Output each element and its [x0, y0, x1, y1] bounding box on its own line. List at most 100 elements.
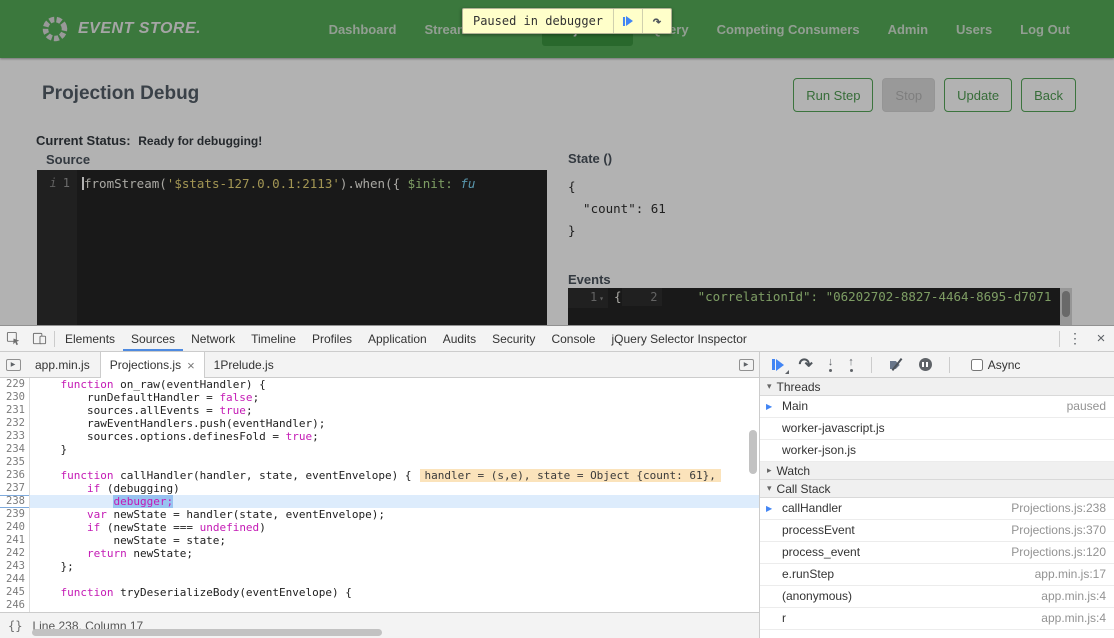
call-stack-frame-process-event[interactable]: process_eventProjections.js:120: [760, 542, 1114, 564]
code-row[interactable]: 245 function tryDeserializeBody(eventEnv…: [0, 586, 759, 599]
events-editor[interactable]: 1▾{2 "correlationId": "06202702-8827-446…: [568, 288, 1060, 325]
call-stack-frame-processevent[interactable]: processEventProjections.js:370: [760, 520, 1114, 542]
code-row[interactable]: 238 debugger;: [0, 495, 759, 508]
vertical-scrollbar-thumb[interactable]: [749, 430, 757, 474]
thread-row-main[interactable]: ▶Mainpaused: [760, 396, 1114, 418]
resume-script-button[interactable]: [772, 359, 784, 371]
tab-jquery-selector-inspector[interactable]: jQuery Selector Inspector: [603, 326, 754, 351]
code-row[interactable]: 230 runDefaultHandler = false;: [0, 391, 759, 404]
nav-item-competing-consumers[interactable]: Competing Consumers: [707, 13, 870, 46]
line-number-243[interactable]: 243: [0, 560, 30, 573]
call-stack-frame-r[interactable]: rapp.min.js:4: [760, 608, 1114, 630]
deactivate-breakpoints-button[interactable]: [889, 358, 904, 371]
line-number-235[interactable]: 235: [0, 456, 30, 469]
call-stack-frame-e-runstep[interactable]: e.runStepapp.min.js:17: [760, 564, 1114, 586]
call-stack-frame-callhandler[interactable]: ▶callHandlerProjections.js:238: [760, 498, 1114, 520]
code-row[interactable]: 233 sources.options.definesFold = true;: [0, 430, 759, 443]
tab-timeline[interactable]: Timeline: [243, 326, 304, 351]
line-number-232[interactable]: 232: [0, 417, 30, 430]
code-row[interactable]: 231 sources.allEvents = true;: [0, 404, 759, 417]
line-number-244[interactable]: 244: [0, 573, 30, 586]
pause-on-exceptions-button[interactable]: [919, 358, 932, 371]
tab-console[interactable]: Console: [543, 326, 603, 351]
watch-section-header[interactable]: ▸ Watch: [760, 462, 1114, 480]
call-stack-section-header[interactable]: ▾ Call Stack: [760, 480, 1114, 498]
show-right-panel-button[interactable]: ▶: [733, 352, 759, 377]
step-into-button[interactable]: ↓: [828, 357, 834, 372]
tab-profiles[interactable]: Profiles: [304, 326, 360, 351]
line-number-239[interactable]: 239: [0, 508, 30, 521]
tab-network[interactable]: Network: [183, 326, 243, 351]
code-row[interactable]: 232 rawEventHandlers.push(eventHandler);: [0, 417, 759, 430]
threads-section-header[interactable]: ▾ Threads: [760, 378, 1114, 396]
step-out-button[interactable]: ↑: [848, 357, 854, 372]
code-line-text: [30, 573, 759, 586]
devtools-close-button[interactable]: ×: [1088, 326, 1114, 351]
fold-arrow-icon[interactable]: ▾: [599, 294, 604, 303]
file-tab-1prelude-js[interactable]: 1Prelude.js: [205, 352, 284, 377]
code-row[interactable]: 246: [0, 599, 759, 612]
code-row[interactable]: 237 if (debugging): [0, 482, 759, 495]
nav-item-admin[interactable]: Admin: [878, 13, 938, 46]
code-row[interactable]: 240 if (newState === undefined): [0, 521, 759, 534]
events-scrollbar[interactable]: [1060, 288, 1072, 325]
close-tab-icon[interactable]: ×: [187, 358, 195, 373]
line-number-241[interactable]: 241: [0, 534, 30, 547]
call-stack-frame-anonymous[interactable]: (anonymous)app.min.js:4: [760, 586, 1114, 608]
tab-application[interactable]: Application: [360, 326, 435, 351]
device-toolbar-button[interactable]: [26, 326, 52, 351]
line-number-230[interactable]: 230: [0, 391, 30, 404]
line-number-245[interactable]: 245: [0, 586, 30, 599]
source-code-line[interactable]: fromStream('$stats-127.0.0.1:2113').when…: [77, 170, 475, 191]
code-row[interactable]: 242 return newState;: [0, 547, 759, 560]
code-token: (newState ===: [100, 521, 199, 534]
source-editor[interactable]: i1 fromStream('$stats-127.0.0.1:2113').w…: [37, 170, 547, 325]
thread-row-worker-json-js[interactable]: worker-json.js: [760, 440, 1114, 462]
line-number-236[interactable]: 236: [0, 469, 30, 482]
nav-item-users[interactable]: Users: [946, 13, 1002, 46]
code-area[interactable]: 229 function on_raw(eventHandler) {230 r…: [0, 378, 759, 612]
line-number-246[interactable]: 246: [0, 599, 30, 612]
horizontal-scrollbar-thumb[interactable]: [32, 629, 382, 636]
run-step-button[interactable]: Run Step: [793, 78, 873, 112]
code-row[interactable]: 244: [0, 573, 759, 586]
code-row[interactable]: 235: [0, 456, 759, 469]
devtools-menu-button[interactable]: ⋮: [1062, 326, 1088, 351]
thread-row-worker-javascript-js[interactable]: worker-javascript.js: [760, 418, 1114, 440]
update-button[interactable]: Update: [944, 78, 1012, 112]
file-tab-app-min-js[interactable]: app.min.js: [26, 352, 100, 377]
async-checkbox[interactable]: [971, 359, 983, 371]
line-number-234[interactable]: 234: [0, 443, 30, 456]
line-number-233[interactable]: 233: [0, 430, 30, 443]
line-number-238[interactable]: 238: [0, 495, 30, 508]
nav-item-log-out[interactable]: Log Out: [1010, 13, 1080, 46]
file-tab-projections-js[interactable]: Projections.js×: [100, 352, 205, 378]
line-number-229[interactable]: 229: [0, 378, 30, 391]
code-row[interactable]: 241 newState = state;: [0, 534, 759, 547]
line-number-240[interactable]: 240: [0, 521, 30, 534]
code-row[interactable]: 229 function on_raw(eventHandler) {: [0, 378, 759, 391]
events-line-number[interactable]: 1▾: [568, 288, 608, 308]
code-token: if: [87, 521, 100, 534]
events-scrollbar-thumb[interactable]: [1062, 291, 1070, 317]
tab-sources[interactable]: Sources: [123, 326, 183, 351]
pretty-print-button[interactable]: {}: [8, 619, 22, 633]
code-row[interactable]: 236 function callHandler(handler, state,…: [0, 469, 759, 482]
tab-elements[interactable]: Elements: [57, 326, 123, 351]
tab-security[interactable]: Security: [484, 326, 543, 351]
code-row[interactable]: 243 };: [0, 560, 759, 573]
banner-step-over-button[interactable]: ↷: [642, 9, 671, 33]
back-button[interactable]: Back: [1021, 78, 1076, 112]
line-number-237[interactable]: 237: [0, 482, 30, 495]
code-row[interactable]: 234 }: [0, 443, 759, 456]
inspect-element-button[interactable]: [0, 326, 26, 351]
line-number-231[interactable]: 231: [0, 404, 30, 417]
nav-item-dashboard[interactable]: Dashboard: [319, 13, 407, 46]
code-row[interactable]: 239 var newState = handler(state, eventE…: [0, 508, 759, 521]
banner-resume-button[interactable]: [613, 9, 642, 33]
step-over-button[interactable]: ↷: [799, 356, 813, 373]
show-navigator-button[interactable]: ▶: [0, 352, 26, 377]
line-number-242[interactable]: 242: [0, 547, 30, 560]
tab-audits[interactable]: Audits: [435, 326, 484, 351]
events-line-number[interactable]: 2: [622, 288, 662, 306]
